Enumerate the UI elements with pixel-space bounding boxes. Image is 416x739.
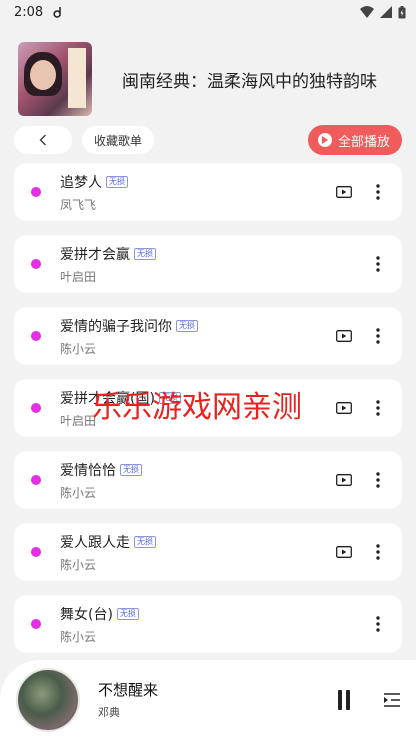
lossless-badge: 无损 <box>116 607 139 620</box>
mv-play-icon[interactable] <box>336 186 352 198</box>
chevron-left-icon <box>39 134 46 146</box>
play-all-label: 全部播放 <box>337 134 390 150</box>
status-time: 2:08 <box>14 4 44 20</box>
playlist-cover <box>18 42 92 116</box>
song-artist: 陈小云 <box>60 629 97 644</box>
song-artist: 陈小云 <box>60 485 97 500</box>
play-circle-icon <box>317 133 332 147</box>
song-dot-icon <box>31 187 41 197</box>
lossless-badge: 无损 <box>176 319 198 332</box>
pause-button[interactable] <box>334 689 354 710</box>
playlist-title: 闽南经典：温柔海风中的独特韵味 <box>122 71 377 92</box>
more-options-icon[interactable] <box>370 615 386 633</box>
watermark-text: 乐乐游戏网亲测 <box>92 390 302 425</box>
mv-play-icon[interactable] <box>336 474 352 486</box>
more-options-icon[interactable] <box>370 255 386 273</box>
now-playing-title: 不想醒来 <box>98 681 159 699</box>
mv-play-icon[interactable] <box>336 546 352 558</box>
song-title: 爱情恰恰 <box>60 462 116 479</box>
signal-icon <box>380 6 392 18</box>
mv-play-icon[interactable] <box>336 330 352 342</box>
song-row[interactable]: 追梦人 无损 凤飞飞 <box>14 163 402 221</box>
song-row[interactable]: 舞女(台) 无损 陈小云 <box>14 595 402 653</box>
lossless-badge: 无损 <box>120 463 142 476</box>
back-button[interactable] <box>14 126 72 154</box>
song-artist: 叶启田 <box>60 269 97 284</box>
playlist-queue-icon[interactable] <box>382 690 402 710</box>
song-artist: 凤飞飞 <box>60 197 97 212</box>
mini-player[interactable]: 不想醒来 邓典 <box>0 660 416 739</box>
now-playing-cover[interactable] <box>16 667 80 732</box>
lossless-badge: 无损 <box>106 175 128 188</box>
song-title: 追梦人 <box>60 174 102 191</box>
song-dot-icon <box>31 403 41 413</box>
song-row[interactable]: 爱情恰恰 无损 陈小云 <box>14 451 402 509</box>
now-playing-artist: 邓典 <box>98 706 120 719</box>
playlist-header: 闽南经典：温柔海风中的独特韵味 <box>18 42 408 116</box>
song-dot-icon <box>31 259 41 269</box>
pause-icon <box>338 689 342 710</box>
collect-playlist-button[interactable]: 收藏歌单 <box>82 126 155 154</box>
song-dot-icon <box>31 619 41 629</box>
song-dot-icon <box>31 331 41 341</box>
more-options-icon[interactable] <box>370 327 386 345</box>
song-dot-icon <box>31 547 41 557</box>
song-title: 舞女(台) <box>60 606 113 623</box>
lossless-badge: 无损 <box>134 535 156 548</box>
more-options-icon[interactable] <box>370 471 386 489</box>
more-options-icon[interactable] <box>370 399 386 417</box>
play-all-button[interactable]: 全部播放 <box>307 125 402 155</box>
song-row[interactable]: 爱人跟人走 无损 陈小云 <box>14 523 402 581</box>
song-dot-icon <box>31 475 41 485</box>
more-options-icon[interactable] <box>370 543 386 561</box>
wifi-icon <box>360 6 374 18</box>
song-artist: 陈小云 <box>60 341 97 356</box>
battery-icon <box>398 5 406 18</box>
status-bar: 2:08 <box>0 0 416 24</box>
lossless-badge: 无损 <box>134 247 156 260</box>
mv-play-icon[interactable] <box>336 402 352 414</box>
song-title: 爱情的骗子我问你 <box>60 318 172 335</box>
song-row[interactable]: 爱情的骗子我问你 无损 陈小云 <box>14 307 402 365</box>
d-glyph-icon <box>53 7 61 18</box>
song-title: 爱拼才会赢 <box>60 246 130 263</box>
song-title: 爱人跟人走 <box>60 534 130 551</box>
song-row[interactable]: 爱拼才会赢 无损 叶启田 <box>14 235 402 293</box>
song-artist: 陈小云 <box>60 557 97 572</box>
more-options-icon[interactable] <box>370 183 386 201</box>
playlist-toolbar: 收藏歌单 全部播放 <box>14 125 402 155</box>
